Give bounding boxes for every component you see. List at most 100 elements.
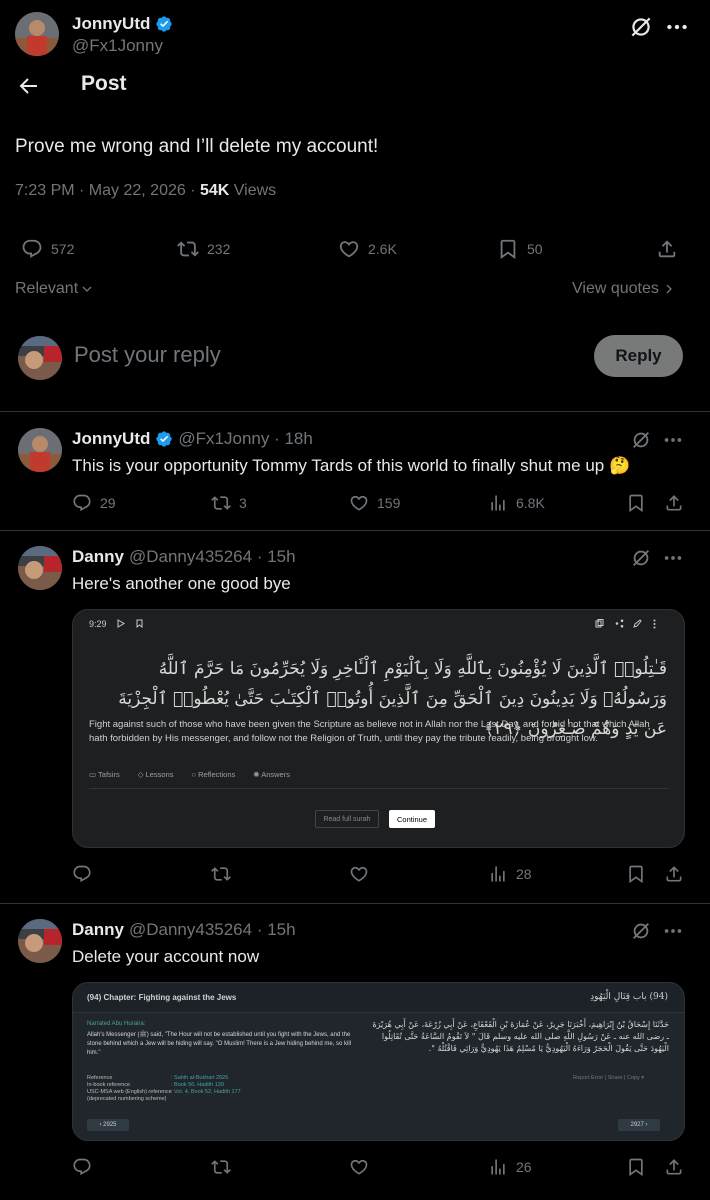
reply-handle-time[interactable]: @Danny435264 · 15h	[129, 920, 296, 940]
bookmark-button[interactable]	[626, 1157, 646, 1177]
reply-avatar[interactable]	[18, 428, 62, 472]
chapter-title: (94) Chapter: Fighting against the Jews	[87, 993, 237, 1002]
grok-icon[interactable]	[630, 429, 652, 451]
reply-avatar[interactable]	[18, 546, 62, 590]
share-button[interactable]	[656, 238, 678, 260]
tab-reflections: ○ Reflections	[191, 770, 236, 779]
reply-author-name[interactable]: Danny	[72, 547, 124, 567]
reply-button[interactable]	[72, 1157, 92, 1177]
reference-values: : Sahih al-Bukhari 2926 : Book 56, Hadit…	[171, 1075, 241, 1095]
sort-dropdown[interactable]: Relevant	[15, 280, 93, 298]
like-button[interactable]: 2.6K	[338, 238, 397, 260]
grok-icon[interactable]	[630, 547, 652, 569]
bookmark-button[interactable]	[626, 864, 646, 884]
heart-icon	[349, 864, 369, 884]
more-options-icon[interactable]	[662, 547, 684, 569]
verse-translation: Fight against such of those who have bee…	[89, 719, 650, 744]
views-count: 54K	[199, 182, 230, 199]
analytics-icon	[488, 1157, 508, 1177]
post-header-bar: Post	[0, 62, 710, 114]
chapter-header: (94) Chapter: Fighting against the Jews …	[73, 983, 684, 1013]
bookmark-icon	[626, 493, 646, 513]
report-links: Report Error | Share | Copy ▾	[573, 1075, 645, 1081]
reply-composer: Post your reply Reply	[0, 318, 710, 412]
share-button[interactable]	[664, 1157, 684, 1177]
author-name[interactable]: JonnyUtd	[72, 14, 173, 34]
tab-answers: ✺ Answers	[253, 770, 290, 779]
reply-input[interactable]: Post your reply	[74, 342, 221, 368]
like-button[interactable]	[349, 1157, 369, 1177]
bookmark-button[interactable]: 50	[497, 238, 543, 260]
repost-button[interactable]	[211, 864, 231, 884]
share-button[interactable]	[664, 493, 684, 513]
analytics-icon	[488, 864, 508, 884]
play-icon	[117, 619, 125, 628]
reply-header: Danny @Danny435264 · 15h	[72, 547, 296, 567]
back-arrow-icon[interactable]	[16, 74, 40, 98]
repost-icon	[211, 1157, 231, 1177]
reply-author-name[interactable]: JonnyUtd	[72, 429, 150, 449]
verse-tabs: ▭ Tafsirs ◇ Lessons ○ Reflections ✺ Answ…	[89, 770, 290, 779]
post-timestamp[interactable]: 7:23 PM · May 22, 2026 ·	[15, 182, 200, 199]
more-options-icon[interactable]	[662, 429, 684, 451]
chapter-title-arabic: (94) باب قِتَالِ الْيَهُودِ	[590, 992, 668, 1002]
heart-icon	[349, 493, 369, 513]
reply-button[interactable]: 572	[21, 238, 74, 260]
reply-header: Danny @Danny435264 · 15h	[72, 920, 296, 940]
reply-icon	[72, 1157, 92, 1177]
more-options-icon[interactable]	[662, 920, 684, 942]
reference-labels: Reference In-book reference USC-MSA web …	[87, 1075, 172, 1102]
repost-button[interactable]: 3	[211, 493, 247, 513]
views-label: Views	[229, 182, 277, 199]
reply-avatar[interactable]	[18, 919, 62, 963]
share-icon	[664, 493, 684, 513]
heart-icon	[338, 238, 360, 260]
share-button[interactable]	[664, 864, 684, 884]
divider	[89, 788, 669, 789]
reply-author-name[interactable]: Danny	[72, 920, 124, 940]
reply-header: JonnyUtd @Fx1Jonny · 18h	[72, 429, 313, 449]
next-hadith-button: 2927 ›	[618, 1119, 660, 1131]
edit-icon	[633, 619, 642, 628]
post-meta: 7:23 PM · May 22, 2026 · 54K Views	[15, 182, 276, 200]
bookmark-button[interactable]	[626, 493, 646, 513]
author-handle[interactable]: @Fx1Jonny	[72, 36, 163, 54]
reply-actions: 26	[0, 1157, 710, 1187]
view-quotes-link[interactable]: View quotes	[572, 280, 675, 298]
bookmark-icon	[497, 238, 519, 260]
views-button[interactable]: 6.8K	[488, 493, 545, 513]
like-button[interactable]	[349, 864, 369, 884]
hadith-arabic: حَدَّثَنَا إِسْحَاقُ بْنُ إِبْرَاهِيمَ، …	[372, 1020, 669, 1053]
views-button[interactable]: 28	[488, 864, 532, 884]
read-full-surah-button: Read full surah	[315, 810, 379, 828]
bookmark-icon	[136, 619, 143, 628]
more-options-icon[interactable]	[664, 14, 690, 40]
views-button[interactable]: 26	[488, 1157, 532, 1177]
copy-icon	[595, 619, 604, 628]
previous-hadith-button: ‹ 2925	[87, 1119, 129, 1131]
hadith-english: Allah's Messenger (ﷺ) said, "The Hour wi…	[87, 1032, 352, 1056]
grok-icon[interactable]	[628, 14, 654, 40]
reply-tweet[interactable]: JonnyUtd @Fx1Jonny · 18h This is your op…	[0, 413, 710, 531]
reply-icon	[21, 238, 43, 260]
chevron-right-icon	[663, 283, 675, 295]
repost-button[interactable]: 232	[177, 238, 230, 260]
tab-tafsirs: ▭ Tafsirs	[89, 770, 120, 779]
reply-handle-time[interactable]: @Fx1Jonny · 18h	[178, 429, 312, 449]
author-avatar[interactable]	[15, 12, 59, 56]
share-icon	[664, 864, 684, 884]
like-button[interactable]: 159	[349, 493, 400, 513]
reply-button[interactable]: 29	[72, 493, 116, 513]
analytics-icon	[488, 493, 508, 513]
image-status-bar: 9:29	[73, 610, 684, 638]
reply-text: This is your opportunity Tommy Tards of …	[72, 456, 631, 475]
reply-actions: 28	[0, 864, 710, 894]
current-user-avatar[interactable]	[18, 336, 62, 380]
reply-submit-button[interactable]: Reply	[594, 335, 683, 377]
repost-button[interactable]	[211, 1157, 231, 1177]
attached-image[interactable]: 9:29 قَـٰتِلُوا۟ ٱلَّذِينَ لَا يُؤْمِنُو…	[72, 609, 685, 848]
grok-icon[interactable]	[630, 920, 652, 942]
attached-image[interactable]: (94) Chapter: Fighting against the Jews …	[72, 982, 685, 1141]
reply-button[interactable]	[72, 864, 92, 884]
reply-handle-time[interactable]: @Danny435264 · 15h	[129, 547, 296, 567]
